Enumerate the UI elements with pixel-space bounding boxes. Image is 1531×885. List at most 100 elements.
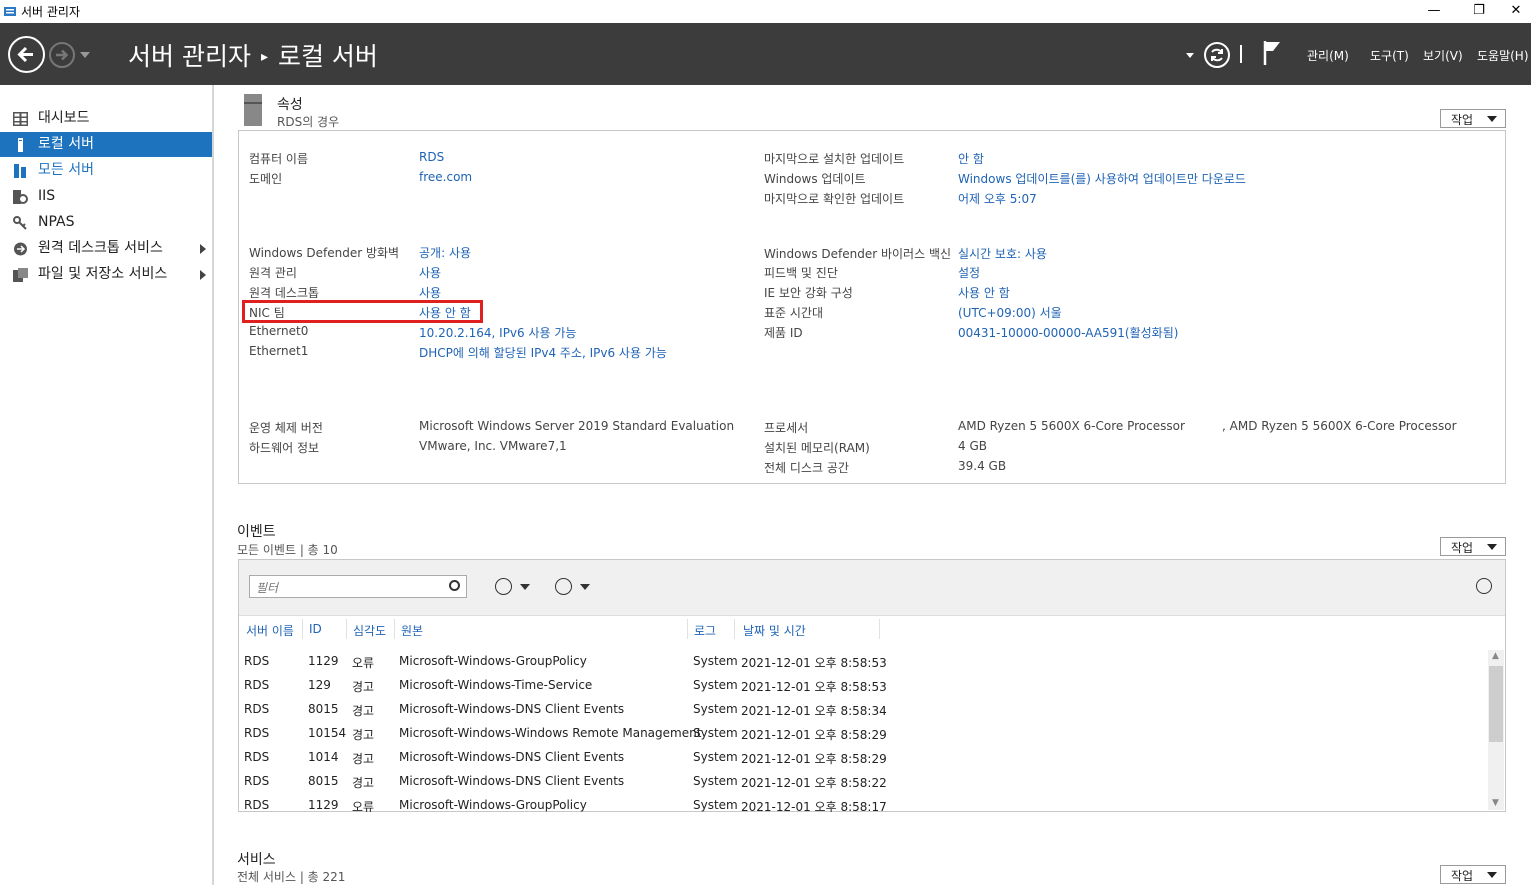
prop-value-memory: 4 GB	[958, 439, 987, 453]
cell-severity: 경고	[352, 704, 375, 718]
sidebar-item-npas[interactable]: NPAS	[0, 210, 212, 235]
breadcrumb-root[interactable]: 서버 관리자	[128, 42, 251, 71]
cell-server-name: RDS	[244, 678, 270, 692]
sidebar-item-remote-desktop-services[interactable]: 원격 데스크톱 서비스	[0, 236, 212, 261]
prop-value-remote-desktop[interactable]: 사용	[419, 284, 441, 301]
cell-datetime: 2021-12-01 오후 8:58:34	[741, 704, 887, 718]
prop-value-ethernet1[interactable]: DHCP에 의해 할당된 IPv4 주소, IPv6 사용 가능	[419, 344, 667, 361]
sidebar-item-iis[interactable]: IIS	[0, 184, 212, 209]
properties-title: 속성	[277, 97, 303, 113]
sidebar-item-local-server[interactable]: 로컬 서버	[0, 132, 212, 157]
cell-server-name: RDS	[244, 750, 270, 764]
events-tasks-button[interactable]: 작업	[1440, 537, 1506, 556]
prop-value-computer-name[interactable]: RDS	[419, 150, 444, 164]
close-button[interactable]: ✕	[1501, 0, 1531, 23]
table-row[interactable]: RDS 1129 오류 Microsoft-Windows-GroupPolicy Sy…	[239, 798, 1487, 812]
services-tasks-button[interactable]: 작업	[1440, 865, 1506, 884]
remote-desktop-icon	[14, 242, 27, 256]
cell-id: 129	[308, 678, 331, 692]
cell-severity: 경고	[352, 728, 375, 742]
table-row[interactable]: RDS 8015 경고 Microsoft-Windows-DNS Client Ev…	[239, 774, 1487, 794]
prop-label-ethernet1: Ethernet1	[249, 344, 309, 358]
prop-label-ie-esc: IE 보안 강화 구성	[764, 286, 853, 300]
cell-id: 1014	[308, 750, 339, 764]
scrollbar-thumb[interactable]	[1489, 666, 1503, 742]
sidebar-item-label: NPAS	[38, 214, 75, 230]
prop-value-remote-management[interactable]: 사용	[419, 264, 441, 281]
refresh-dropdown-icon[interactable]	[1186, 53, 1194, 58]
cell-id: 1129	[308, 654, 339, 668]
cell-datetime: 2021-12-01 오후 8:58:22	[741, 776, 887, 790]
sidebar-item-dashboard[interactable]: 대시보드	[0, 106, 212, 131]
cell-id: 10154	[308, 726, 347, 740]
cell-id: 8015	[308, 774, 339, 788]
notifications-flag-icon[interactable]	[1262, 40, 1282, 66]
sidebar-item-label: 로컬 서버	[38, 136, 94, 152]
chevron-down-icon	[1487, 544, 1497, 550]
prop-value-last-installed-update[interactable]: 안 함	[958, 150, 984, 167]
app-header: 서버 관리자 ▸ 로컬 서버 관리(M) 도구(T) 보기(V) 도움말(H)	[0, 23, 1531, 85]
menu-manage[interactable]: 관리(M)	[1307, 47, 1349, 64]
prop-value-ie-esc[interactable]: 사용 안 함	[958, 284, 1010, 301]
prop-value-product-id[interactable]: 00431-10000-00000-AA591(활성화됨)	[958, 324, 1178, 341]
prop-value-timezone[interactable]: (UTC+09:00) 서울	[958, 304, 1062, 321]
window-title: 서버 관리자	[21, 5, 81, 19]
sidebar-item-file-storage-services[interactable]: 파일 및 저장소 서비스	[0, 262, 212, 287]
cell-severity: 경고	[352, 752, 375, 766]
prop-value-disk-space: 39.4 GB	[958, 459, 1007, 473]
cell-severity: 오류	[352, 800, 375, 812]
cell-server-name: RDS	[244, 798, 270, 812]
prop-label-disk-space: 전체 디스크 공간	[764, 461, 849, 475]
menu-tools[interactable]: 도구(T)	[1370, 47, 1409, 64]
back-button[interactable]	[8, 36, 45, 73]
cell-server-name: RDS	[244, 726, 270, 740]
chevron-right-icon[interactable]	[200, 270, 206, 280]
prop-label-processor: 프로세서	[764, 421, 809, 435]
prop-value-antivirus[interactable]: 실시간 보호: 사용	[958, 245, 1047, 262]
restore-button[interactable]: ❐	[1456, 0, 1502, 23]
table-row[interactable]: RDS 1129 오류 Microsoft-Windows-GroupPolicy Sy…	[239, 654, 1487, 674]
prop-value-last-checked-update[interactable]: 어제 오후 5:07	[958, 190, 1037, 207]
chevron-right-icon[interactable]	[200, 244, 206, 254]
scroll-up-icon[interactable]: ▲	[1492, 651, 1499, 661]
cell-datetime: 2021-12-01 오후 8:58:29	[741, 728, 887, 742]
cell-log: System	[693, 750, 738, 764]
sidebar-item-label: 원격 데스크톱 서비스	[38, 240, 163, 256]
scroll-down-icon[interactable]: ▼	[1492, 798, 1499, 808]
events-scrollbar[interactable]: ▲ ▼	[1488, 650, 1504, 810]
table-row[interactable]: RDS 129 경고 Microsoft-Windows-Time-Service Sy…	[239, 678, 1487, 698]
refresh-button[interactable]	[1204, 42, 1230, 68]
refresh-icon	[1211, 48, 1223, 62]
sidebar-item-all-servers[interactable]: 모든 서버	[0, 158, 212, 183]
history-dropdown-icon[interactable]	[80, 52, 90, 58]
cell-datetime: 2021-12-01 오후 8:58:53	[741, 680, 887, 694]
menu-view[interactable]: 보기(V)	[1423, 47, 1463, 64]
table-row[interactable]: RDS 8015 경고 Microsoft-Windows-DNS Client Ev…	[239, 702, 1487, 722]
cell-server-name: RDS	[244, 702, 270, 716]
prop-value-firewall[interactable]: 공개: 사용	[419, 244, 471, 261]
arrow-left-icon	[17, 46, 33, 63]
cell-log: System	[693, 774, 738, 788]
table-row[interactable]: RDS 10154 경고 Microsoft-Windows-Windows Remo…	[239, 726, 1487, 746]
services-subtitle: 전체 서비스 | 총 221	[237, 870, 346, 884]
prop-label-hardware: 하드웨어 정보	[249, 441, 320, 455]
prop-label-remote-management: 원격 관리	[249, 266, 297, 280]
breadcrumb-separator: ▸	[260, 49, 268, 65]
arrow-right-icon	[56, 49, 69, 61]
prop-label-domain: 도메인	[249, 172, 283, 186]
menu-help[interactable]: 도움말(H)	[1477, 47, 1529, 64]
table-row[interactable]: RDS 1014 경고 Microsoft-Windows-DNS Client Ev…	[239, 750, 1487, 770]
prop-value-ethernet0[interactable]: 10.20.2.164, IPv6 사용 가능	[419, 324, 576, 341]
prop-value-windows-update[interactable]: Windows 업데이트를(를) 사용하여 업데이트만 다운로드	[958, 170, 1246, 187]
server-tower-icon	[244, 94, 262, 126]
prop-value-feedback[interactable]: 설정	[958, 264, 980, 281]
cell-severity: 오류	[352, 656, 375, 670]
cell-log: System	[693, 654, 738, 668]
forward-button[interactable]	[49, 42, 75, 68]
cell-severity: 경고	[352, 776, 375, 790]
events-title: 이벤트	[237, 524, 276, 540]
properties-tasks-button[interactable]: 작업	[1440, 109, 1506, 128]
cell-source: Microsoft-Windows-Windows Remote Managem…	[399, 726, 702, 740]
minimize-button[interactable]: —	[1411, 0, 1457, 23]
prop-value-domain[interactable]: free.com	[419, 170, 472, 184]
